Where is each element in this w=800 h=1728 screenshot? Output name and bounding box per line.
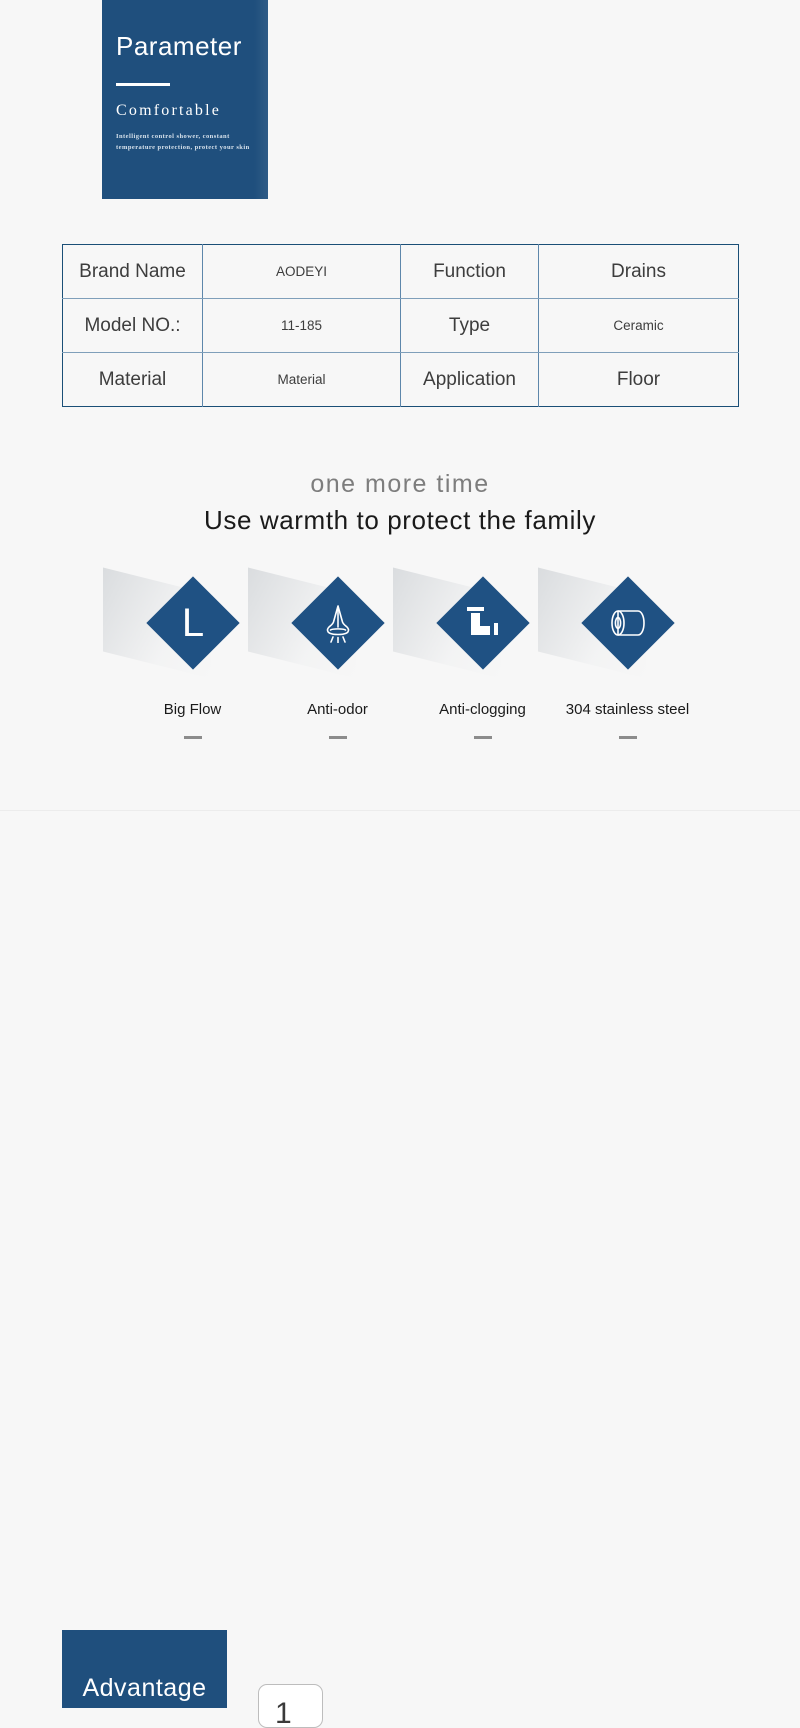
- feature-icon-container: L: [102, 567, 249, 679]
- feature-label: Anti-clogging: [439, 701, 526, 718]
- advantage-card-number: 1: [275, 1697, 292, 1728]
- table-row: Material Material Application Floor: [62, 352, 739, 407]
- table-cell-function-label: Function: [400, 244, 539, 299]
- section-divider: [0, 810, 800, 811]
- feature-icon-container: [392, 567, 539, 679]
- table-cell-application-value: Floor: [616, 368, 661, 390]
- headline-section: one more time Use warmth to protect the …: [0, 470, 800, 536]
- feature-label: Big Flow: [163, 701, 222, 718]
- hero-description: Intelligent control shower, constant tem…: [116, 132, 250, 151]
- hero-divider: [116, 82, 170, 86]
- feature-anti-odor: Anti-odor: [247, 567, 410, 739]
- table-cell-brand-name-label: Brand Name: [62, 244, 203, 299]
- feature-label: 304 stainless steel: [565, 701, 690, 718]
- table-row: Model NO.: 11-185 Type Ceramic: [62, 298, 739, 353]
- parameter-table: Brand Name AODEYI Function Drains Model …: [62, 244, 739, 407]
- feature-anti-clogging: Anti-clogging: [392, 567, 555, 739]
- pipe-elbow-icon: [457, 597, 509, 649]
- table-cell-material-label: Material: [62, 352, 203, 407]
- feature-dash: [183, 736, 202, 739]
- table-row: Brand Name AODEYI Function Drains: [62, 244, 739, 299]
- table-cell-model-no-value: 11-185: [202, 298, 401, 353]
- feature-304-stainless-steel: 304 stainless steel: [537, 567, 700, 739]
- feature-dash: [328, 736, 347, 739]
- advantage-number-card: 1: [258, 1684, 323, 1728]
- table-cell-type-value: Ceramic: [538, 298, 739, 353]
- table-cell-function-value: Drains: [538, 244, 739, 299]
- table-cell-material-value: Material: [202, 352, 401, 407]
- feature-icon-container: [537, 567, 684, 679]
- feature-dash: [618, 736, 637, 739]
- steel-cylinder-icon: [602, 597, 654, 649]
- table-cell-model-no-label: Model NO.:: [62, 298, 203, 353]
- table-cell-type-label: Type: [400, 298, 539, 353]
- feature-icon-container: [247, 567, 394, 679]
- feature-dash: [473, 736, 492, 739]
- hero-blue-panel: Parameter Comfortable Intelligent contro…: [102, 0, 268, 199]
- hero-subtitle: Comfortable: [116, 101, 222, 119]
- table-cell-application-label: Application: [400, 352, 539, 407]
- letter-l-icon: L: [181, 601, 204, 645]
- headline-title: Use warmth to protect the family: [204, 505, 596, 535]
- feature-big-flow: L Big Flow: [102, 567, 265, 739]
- feature-label: Anti-odor: [307, 701, 368, 718]
- advantage-blue-panel: Advantage: [62, 1630, 227, 1708]
- hero-banner: Parameter Comfortable Intelligent contro…: [0, 0, 800, 205]
- advantage-title: Advantage: [82, 1673, 207, 1702]
- nose-icon: [312, 597, 364, 649]
- feature-list: L Big Flow Anti-odor Anti-clogging 304 s…: [102, 567, 700, 739]
- page-title: Parameter: [116, 31, 242, 61]
- table-cell-brand-name-value: AODEYI: [202, 244, 401, 299]
- headline-subtitle: one more time: [310, 470, 490, 498]
- advantage-section: Advantage 1: [0, 812, 800, 1728]
